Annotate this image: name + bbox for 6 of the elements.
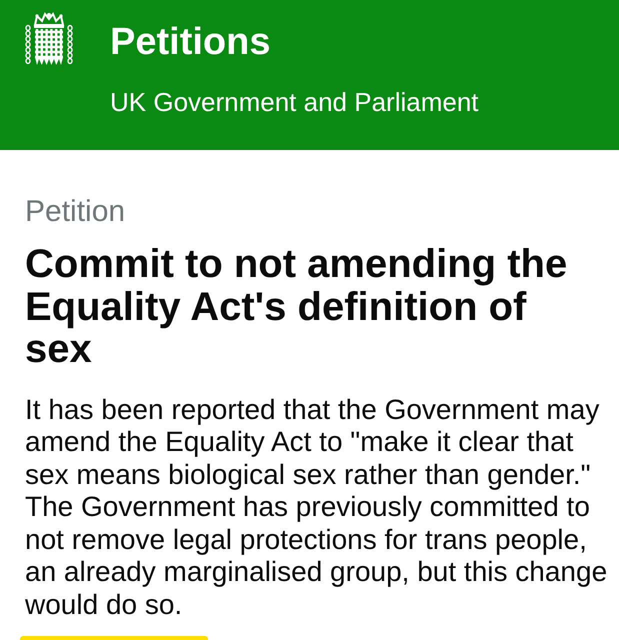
- portcullis-icon[interactable]: [25, 12, 73, 68]
- site-subtitle: UK Government and Parliament: [110, 87, 479, 117]
- petition-label: Petition: [25, 195, 126, 229]
- petition-description: It has been reported that the Government may amend the Equality Act to "make it clear that sex means biological sex rather than gender." The Government has previously committed to not remove legal protections for trans people, an already marginalised group, but this change would do so.: [25, 394, 608, 621]
- petition-title: Commit to not amending the Equality Act's definition of sex: [25, 243, 568, 370]
- site-title[interactable]: Petitions: [110, 20, 270, 64]
